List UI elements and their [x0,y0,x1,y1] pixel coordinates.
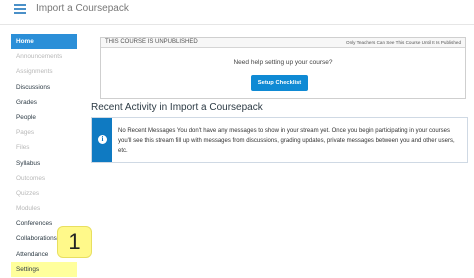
info-strip: i [92,118,112,162]
nav-item-pages[interactable]: Pages [11,125,77,140]
nav-item-announcements[interactable]: Announcements [11,49,77,64]
nav-item-assignments[interactable]: Assignments [11,64,77,79]
recent-activity-text: No Recent Messages You don't have any me… [118,128,455,154]
unpublished-note: Only Teachers Can See This Course Until … [346,40,461,45]
setup-help-text: Need help setting up your course? [233,59,333,66]
nav-item-files[interactable]: Files [11,140,77,155]
nav-item-people[interactable]: People [11,110,77,125]
info-icon: i [98,135,107,144]
nav-item-quizzes[interactable]: Quizzes [11,186,77,201]
setup-checklist-button[interactable]: Setup Checklist [251,75,308,91]
unpublished-panel: THIS COURSE IS UNPUBLISHED Only Teachers… [100,37,466,99]
nav-item-settings[interactable]: Settings [11,261,77,277]
recent-activity-message: i No Recent Messages You don't have any … [91,117,468,163]
nav-item-home[interactable]: Home [11,34,77,50]
nav-item-syllabus[interactable]: Syllabus [11,156,77,171]
top-bar: Import a Coursepack [0,0,474,25]
unpublished-label: THIS COURSE IS UNPUBLISHED [105,39,198,45]
course-title[interactable]: Import a Coursepack [36,3,129,14]
nav-item-outcomes[interactable]: Outcomes [11,171,77,186]
nav-item-modules[interactable]: Modules [11,201,77,216]
unpublished-banner: THIS COURSE IS UNPUBLISHED Only Teachers… [101,38,465,48]
recent-activity-heading: Recent Activity in Import a Coursepack [91,102,263,113]
nav-item-discussions[interactable]: Discussions [11,80,77,95]
nav-item-grades[interactable]: Grades [11,95,77,110]
hamburger-menu-icon[interactable] [14,4,26,14]
step-callout-badge: 1 [57,226,92,258]
